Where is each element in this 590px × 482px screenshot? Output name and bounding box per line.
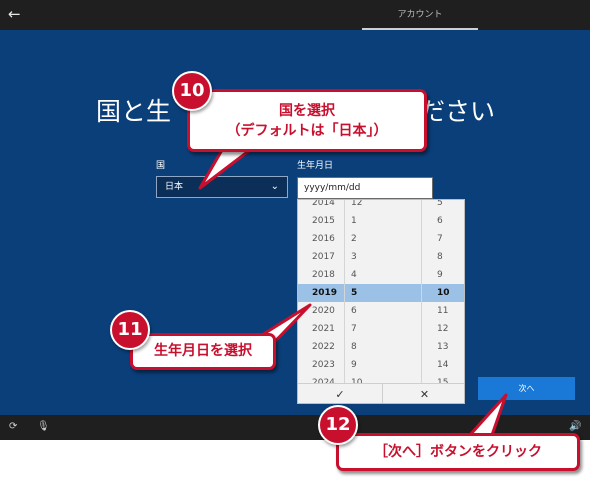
callout-12: ［次へ］ボタンをクリック <box>336 433 580 471</box>
dob-label: 生年月日 <box>297 161 334 171</box>
month-option[interactable]: 1 <box>345 212 421 230</box>
day-option[interactable]: 14 <box>422 356 464 374</box>
step-12-badge: 12 <box>318 405 358 445</box>
year-option[interactable]: 2022 <box>298 338 344 356</box>
day-option[interactable]: 7 <box>422 230 464 248</box>
day-column[interactable]: 56789101112131415 <box>422 200 464 388</box>
year-column[interactable]: 2014 2015 2016 2017 2018 2019 2020 2021 2022 2023… <box>298 200 344 388</box>
tab-account-label: アカウント <box>397 10 443 20</box>
back-arrow-icon[interactable]: ← <box>8 5 21 23</box>
ease-of-access-icon[interactable]: ⟳ <box>9 420 17 434</box>
year-option[interactable]: 2016 <box>298 230 344 248</box>
tab-account[interactable]: アカウント <box>362 0 478 30</box>
day-option[interactable]: 6 <box>422 212 464 230</box>
month-option[interactable]: 8 <box>345 338 421 356</box>
microphone-icon[interactable]: 🎙 <box>37 420 50 434</box>
year-option[interactable]: 2019 <box>298 284 344 302</box>
callout-12-text: ［次へ］ボタンをクリック <box>374 444 542 460</box>
day-option[interactable]: 13 <box>422 338 464 356</box>
year-option[interactable]: 2014 <box>298 200 344 212</box>
picker-footer: ✓ ✕ <box>298 383 464 403</box>
month-option[interactable]: 12 <box>345 200 421 212</box>
volume-icon[interactable]: 🔊 <box>569 420 581 434</box>
year-option[interactable]: 2023 <box>298 356 344 374</box>
day-option[interactable]: 11 <box>422 302 464 320</box>
dob-input[interactable]: yyyy/mm/dd <box>297 177 433 199</box>
day-option[interactable]: 12 <box>422 320 464 338</box>
month-option[interactable]: 4 <box>345 266 421 284</box>
month-option[interactable]: 7 <box>345 320 421 338</box>
month-option[interactable]: 9 <box>345 356 421 374</box>
year-option[interactable]: 2018 <box>298 266 344 284</box>
month-option[interactable]: 5 <box>345 284 421 302</box>
top-bar: ← アカウント <box>0 0 590 30</box>
callout-11-text: 生年月日を選択 <box>154 343 252 359</box>
step-11-badge: 11 <box>110 310 150 350</box>
month-option[interactable]: 3 <box>345 248 421 266</box>
main-panel <box>0 30 590 415</box>
chevron-down-icon: ⌄ <box>270 181 279 192</box>
month-option[interactable]: 6 <box>345 302 421 320</box>
day-option[interactable]: 5 <box>422 200 464 212</box>
date-picker[interactable]: 2014 2015 2016 2017 2018 2019 2020 2021 2022 2023… <box>297 199 465 404</box>
cancel-button[interactable]: ✕ <box>382 384 464 403</box>
country-label: 国 <box>156 161 166 171</box>
accept-button[interactable]: ✓ <box>298 384 382 403</box>
callout-10-line2: （デフォルトは「日本」） <box>226 123 388 139</box>
day-option[interactable]: 10 <box>422 284 464 302</box>
next-button[interactable]: 次へ <box>478 377 575 400</box>
callout-11: 生年月日を選択 <box>130 333 276 370</box>
year-option[interactable]: 2015 <box>298 212 344 230</box>
country-value: 日本 <box>165 182 184 192</box>
day-option[interactable]: 8 <box>422 248 464 266</box>
page-title: 国と生 <box>96 97 172 126</box>
callout-10-line1: 国を選択 <box>279 103 335 119</box>
year-option[interactable]: 2020 <box>298 302 344 320</box>
page-title-end: ださい <box>420 97 496 126</box>
year-option[interactable]: 2017 <box>298 248 344 266</box>
month-option[interactable]: 2 <box>345 230 421 248</box>
callout-10: 国を選択 （デフォルトは「日本」） <box>187 89 427 152</box>
step-10-badge: 10 <box>172 71 212 111</box>
year-option[interactable]: 2021 <box>298 320 344 338</box>
country-select[interactable]: 日本 ⌄ <box>156 176 288 198</box>
month-column[interactable]: 1212345678910 <box>344 200 422 388</box>
day-option[interactable]: 9 <box>422 266 464 284</box>
